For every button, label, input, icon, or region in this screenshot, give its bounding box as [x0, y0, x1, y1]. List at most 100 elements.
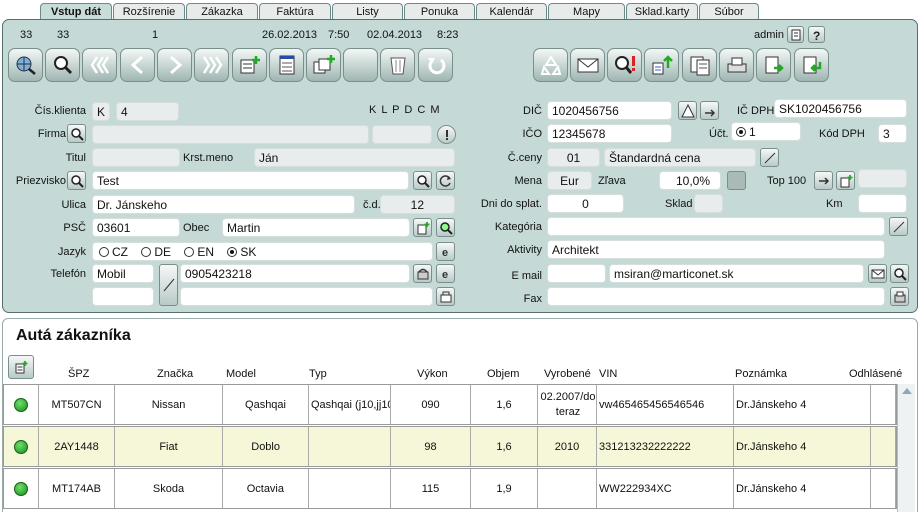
- table-row[interactable]: MT174AB Skoda Octavia 115 1,9 WW222934XC…: [3, 468, 897, 509]
- documents-icon[interactable]: [682, 48, 717, 82]
- add-multiple-icon[interactable]: [306, 48, 341, 82]
- tab-sklad-karty[interactable]: Sklad.karty: [626, 3, 698, 20]
- col-vyrobene[interactable]: Vyrobené: [544, 368, 591, 380]
- new-record-icon[interactable]: [232, 48, 267, 82]
- telefon2-type-field[interactable]: [92, 287, 154, 306]
- blank-document-icon[interactable]: [269, 48, 304, 82]
- cena-edit-icon[interactable]: [760, 148, 779, 167]
- firma-extra-field[interactable]: [372, 125, 432, 144]
- fax-icon[interactable]: [890, 287, 909, 306]
- help-icon[interactable]: ?: [808, 26, 825, 43]
- c-ceny-field[interactable]: 01: [547, 148, 600, 167]
- email-field[interactable]: msiran@marticonet.sk: [609, 264, 864, 283]
- obec-add-icon[interactable]: [413, 218, 432, 237]
- globe-search-icon[interactable]: [8, 48, 43, 82]
- ulica-field[interactable]: Dr. Jánskeho: [92, 195, 355, 214]
- email-send-icon[interactable]: [868, 264, 887, 283]
- tab-rozsirenie[interactable]: Rozšírenie: [113, 3, 185, 20]
- telefon-toggle-icon[interactable]: [159, 264, 178, 306]
- row-status-indicator[interactable]: [4, 427, 39, 466]
- alert-icon[interactable]: [437, 125, 456, 144]
- priezvisko-field[interactable]: Test: [92, 171, 409, 190]
- top100-add-icon[interactable]: [836, 171, 855, 190]
- telefon-type-field[interactable]: Mobil: [92, 264, 154, 283]
- tab-zakazka[interactable]: Zákazka: [186, 3, 258, 20]
- email-type-field[interactable]: [547, 264, 606, 283]
- print-icon[interactable]: [719, 48, 754, 82]
- phone-call-icon[interactable]: [436, 287, 455, 306]
- telefon2-field[interactable]: [180, 287, 433, 306]
- cis-klienta-field[interactable]: 4: [116, 102, 179, 121]
- table-row[interactable]: 2AY1448 Fiat Doblo 98 1,6 2010 331213232…: [3, 426, 897, 467]
- jazyk-de[interactable]: DE: [141, 245, 171, 259]
- aktivity-field[interactable]: Architekt: [547, 240, 885, 259]
- empty-button[interactable]: [343, 48, 378, 82]
- cena-name-field[interactable]: Štandardná cena: [604, 148, 756, 167]
- tab-ponuka[interactable]: Ponuka: [404, 3, 475, 20]
- notes-icon[interactable]: [787, 26, 804, 43]
- warning-icon[interactable]: [678, 101, 697, 120]
- next-record-icon[interactable]: [157, 48, 192, 82]
- previous-record-icon[interactable]: [120, 48, 155, 82]
- mail-icon[interactable]: [570, 48, 605, 82]
- search-alert-icon[interactable]: [607, 48, 642, 82]
- sklad-field[interactable]: [694, 194, 723, 213]
- uct-field[interactable]: 1: [731, 122, 801, 141]
- tab-kalendar[interactable]: Kalendár: [476, 3, 547, 20]
- row-status-indicator[interactable]: [4, 469, 39, 508]
- cd-field[interactable]: 12: [380, 195, 455, 214]
- tab-faktura[interactable]: Faktúra: [259, 3, 331, 20]
- tab-mapy[interactable]: Mapy: [548, 3, 625, 20]
- dic-arrow-icon[interactable]: [700, 101, 719, 120]
- col-vykon[interactable]: Výkon: [417, 368, 448, 380]
- recycle-icon[interactable]: [533, 48, 568, 82]
- dni-field[interactable]: 0: [547, 194, 624, 213]
- obec-search-icon[interactable]: [436, 218, 455, 237]
- add-car-icon[interactable]: [8, 355, 34, 379]
- col-poznamka[interactable]: Poznámka: [735, 368, 787, 380]
- km-field[interactable]: [858, 194, 907, 213]
- phone-icon[interactable]: [413, 264, 432, 283]
- obec-field[interactable]: Martin: [222, 218, 410, 237]
- email-search-icon[interactable]: [890, 264, 909, 283]
- top100-field[interactable]: [858, 169, 907, 188]
- firma-search-icon[interactable]: [67, 124, 86, 143]
- telefon-field[interactable]: 0905423218: [180, 264, 410, 283]
- tab-subor[interactable]: Súbor: [699, 3, 759, 20]
- ico-field[interactable]: 12345678: [547, 124, 672, 143]
- scroll-up-icon[interactable]: [901, 388, 912, 394]
- top100-arrow-icon[interactable]: [814, 171, 833, 190]
- kod-dph-field[interactable]: 3: [878, 124, 907, 143]
- zlava-field[interactable]: 10,0%: [659, 171, 721, 190]
- tab-listy[interactable]: Listy: [332, 3, 403, 20]
- jazyk-en[interactable]: EN: [184, 245, 214, 259]
- export-icon[interactable]: [644, 48, 679, 82]
- krst-meno-field[interactable]: Ján: [254, 148, 455, 167]
- col-odhlasene[interactable]: Odhlásené: [849, 368, 902, 380]
- jazyk-cz[interactable]: CZ: [99, 245, 128, 259]
- row-status-indicator[interactable]: [4, 385, 39, 424]
- jazyk-sk[interactable]: SK: [227, 245, 256, 259]
- kategoria-edit-icon[interactable]: [889, 217, 908, 236]
- firma-field[interactable]: [92, 125, 369, 144]
- col-spz[interactable]: ŠPZ: [68, 368, 89, 380]
- psc-field[interactable]: 03601: [92, 218, 180, 237]
- priezvisko-find-icon[interactable]: [413, 171, 432, 190]
- priezvisko-search-icon[interactable]: [67, 171, 86, 190]
- table-scrollbar[interactable]: [897, 384, 915, 512]
- cis-klienta-prefix[interactable]: K: [92, 102, 110, 121]
- fax-field[interactable]: [547, 287, 885, 306]
- col-typ[interactable]: Typ: [309, 368, 327, 380]
- search-icon[interactable]: [45, 48, 80, 82]
- dic-field[interactable]: 1020456756: [547, 101, 672, 120]
- col-znacka[interactable]: Značka: [157, 368, 193, 380]
- table-row[interactable]: MT507CN Nissan Qashqai Qashqai (j10,jj10…: [3, 384, 897, 425]
- last-record-icon[interactable]: [194, 48, 229, 82]
- kategoria-field[interactable]: [547, 217, 885, 236]
- zlava-toggle[interactable]: [727, 171, 746, 190]
- titul-field[interactable]: [92, 148, 180, 167]
- refresh-icon[interactable]: [436, 171, 455, 190]
- mena-field[interactable]: Eur: [547, 171, 592, 190]
- undo-icon[interactable]: [418, 48, 453, 82]
- col-vin[interactable]: VIN: [599, 368, 617, 380]
